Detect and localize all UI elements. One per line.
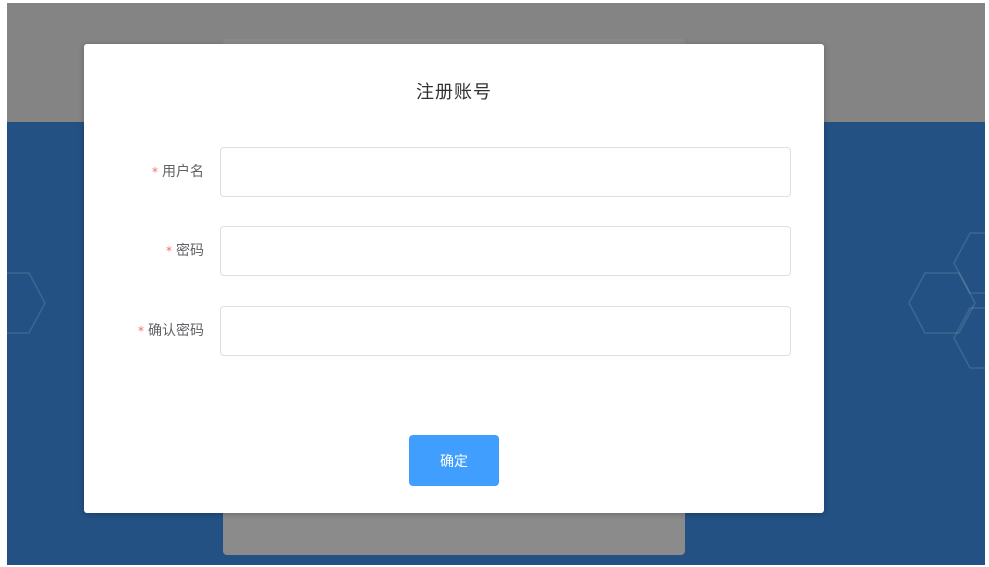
username-input[interactable] bbox=[220, 147, 791, 197]
form-row-password: * 密码 bbox=[84, 226, 824, 276]
confirm-password-label-text: 确认密码 bbox=[148, 323, 204, 339]
password-label: * 密码 bbox=[166, 226, 204, 276]
username-label: * 用户名 bbox=[152, 147, 204, 197]
username-label-text: 用户名 bbox=[162, 164, 204, 180]
required-mark: * bbox=[152, 165, 158, 179]
form-row-username: * 用户名 bbox=[84, 147, 824, 197]
required-mark: * bbox=[138, 324, 144, 338]
form-row-confirm-password: * 确认密码 bbox=[84, 306, 824, 356]
required-mark: * bbox=[166, 244, 172, 258]
hexagon-decoration-right-3 bbox=[953, 307, 985, 369]
hexagon-decoration-left bbox=[7, 272, 46, 334]
confirm-button[interactable]: 确定 bbox=[409, 435, 499, 486]
confirm-password-input[interactable] bbox=[220, 306, 791, 356]
password-label-text: 密码 bbox=[176, 243, 204, 259]
hexagon-decoration-right-2 bbox=[953, 232, 985, 294]
confirm-password-label: * 确认密码 bbox=[138, 306, 204, 356]
dialog-title: 注册账号 bbox=[416, 82, 492, 103]
password-input[interactable] bbox=[220, 226, 791, 276]
register-dialog: 注册账号 * 用户名 * 密码 * 确认密码 确定 bbox=[84, 44, 824, 513]
